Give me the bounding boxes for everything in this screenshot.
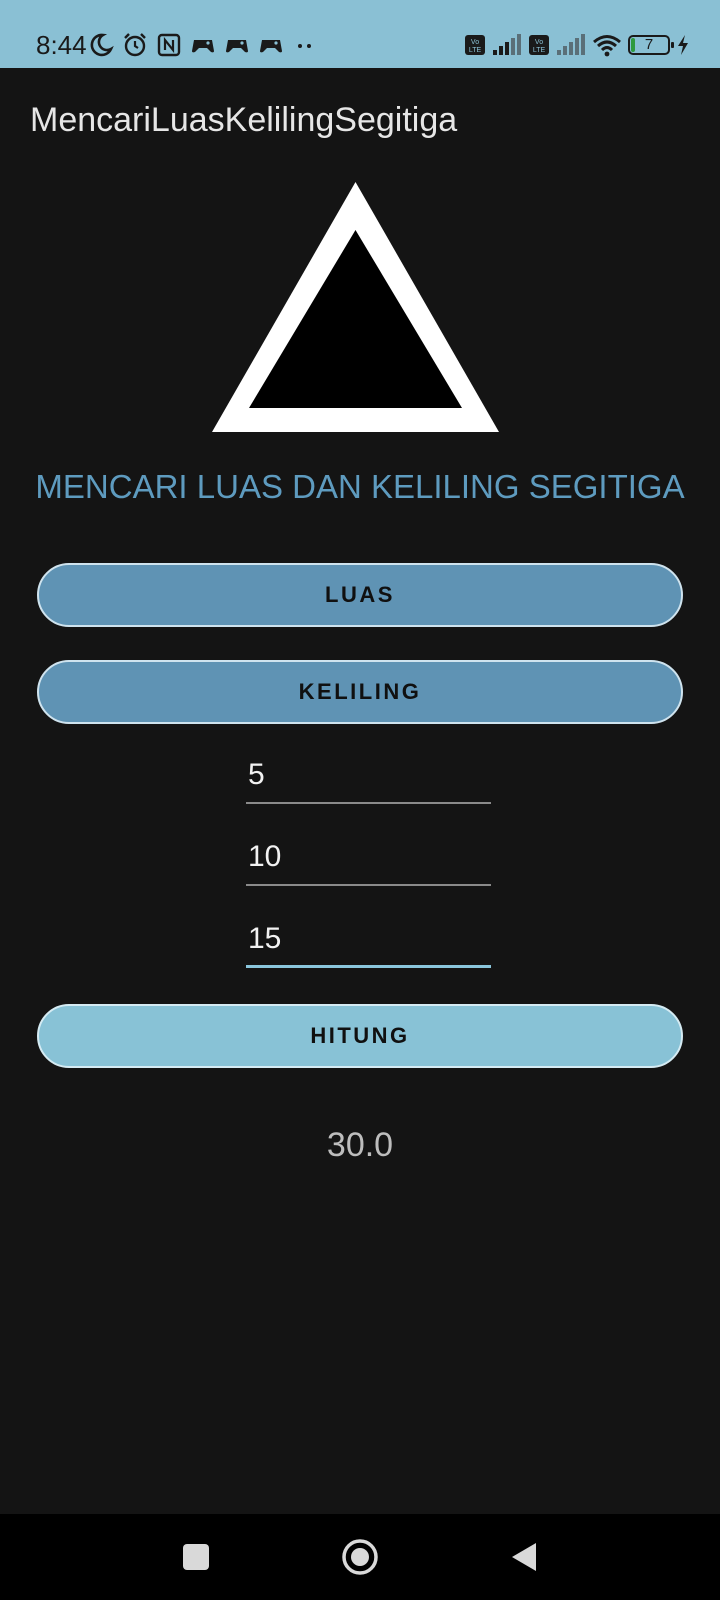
side-b-input[interactable] [246,830,491,886]
keliling-button[interactable]: KELILING [37,660,683,724]
svg-text:LTE: LTE [469,47,482,54]
more-dots-icon [298,44,311,48]
volte-icon: VoLTE [465,35,485,55]
app-title: MencariLuasKelilingSegitiga [30,101,458,139]
status-time: 8:44 [36,30,87,60]
circle-home-icon [342,1539,378,1575]
alarm-icon [124,33,146,57]
game-icon [260,40,282,53]
side-a-input[interactable] [246,748,491,804]
battery-icon: 7 [628,35,674,55]
nfc-icon [157,33,181,57]
moon-icon [90,33,114,57]
status-system-icons: Vo LTE Vo LTE 7 [458,30,690,60]
status-notification-icons [88,30,326,60]
svg-text:Vo: Vo [471,39,479,46]
volte-icon: VoLTE [529,35,549,55]
svg-text:LTE: LTE [533,47,546,54]
game-icon [192,40,214,53]
home-button[interactable] [300,1514,420,1600]
back-button[interactable] [464,1514,584,1600]
game-icon [226,40,248,53]
navigation-bar [0,1514,720,1600]
triangle-back-icon [512,1543,536,1571]
hitung-button[interactable]: HITUNG [37,1004,683,1068]
square-recents-icon [183,1544,209,1570]
recents-button[interactable] [136,1514,256,1600]
page-heading: MENCARI LUAS DAN KELILING SEGITIGA [35,468,685,505]
battery-percentage: 7 [644,36,654,53]
triangle-icon [212,182,499,432]
status-bar: 8:44 Vo LTE Vo LTE 7 [0,0,720,68]
signal-icon [557,34,585,55]
side-c-input[interactable] [246,912,491,968]
luas-button[interactable]: LUAS [37,563,683,627]
result-text: 30.0 [326,1126,394,1164]
charging-icon [678,35,688,55]
wifi-icon [593,35,621,57]
signal-icon [493,34,521,55]
svg-text:Vo: Vo [535,39,543,46]
